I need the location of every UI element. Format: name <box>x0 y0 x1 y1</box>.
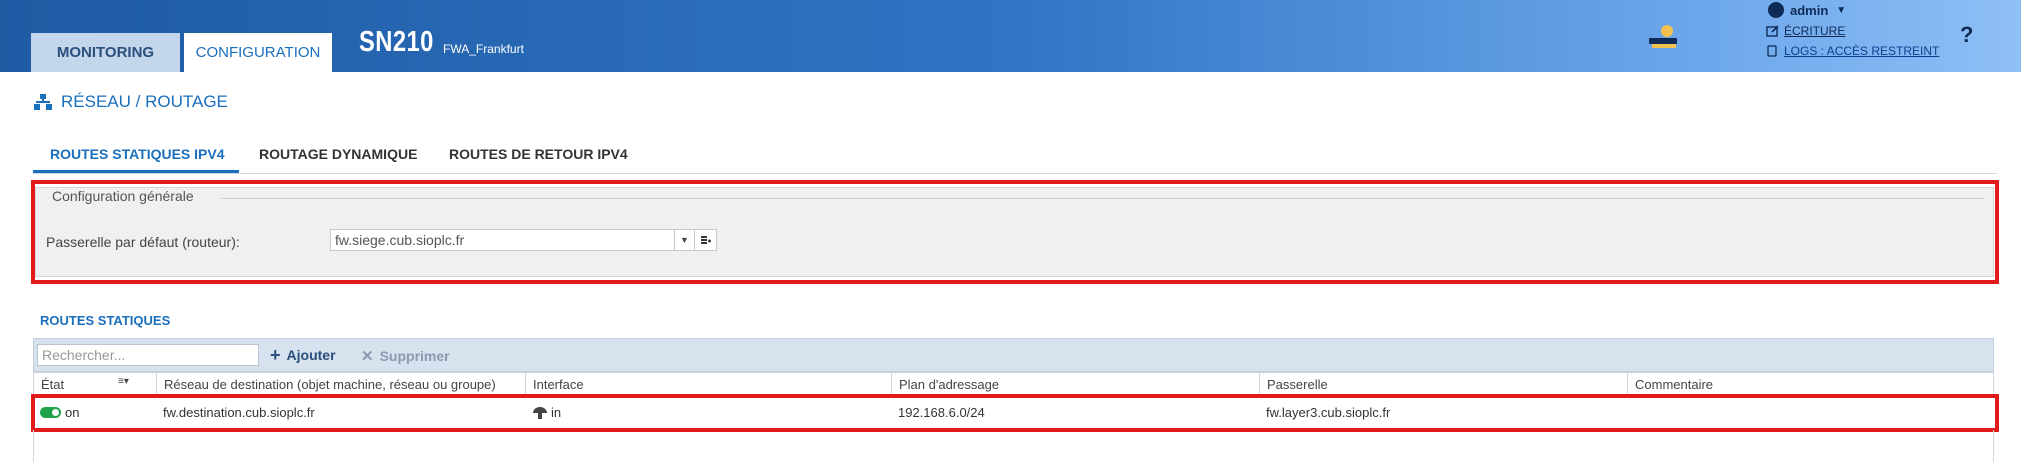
write-mode-link[interactable]: ÉCRITURE <box>1766 24 1845 38</box>
highlight-general-config <box>31 180 1999 284</box>
column-header-state[interactable]: État <box>41 377 64 392</box>
add-label: Ajouter <box>286 347 336 363</box>
column-divider <box>525 373 526 395</box>
column-header-comment[interactable]: Commentaire <box>1635 377 1713 392</box>
write-mode-label: ÉCRITURE <box>1784 24 1846 38</box>
admin-desk-icon[interactable] <box>1648 22 1680 54</box>
column-header-addressing[interactable]: Plan d'adressage <box>899 377 999 392</box>
highlight-route-row <box>31 394 1999 432</box>
tab-return-routes-ipv4[interactable]: ROUTES DE RETOUR IPV4 <box>449 146 628 162</box>
tab-configuration[interactable]: CONFIGURATION <box>184 33 332 72</box>
logs-access-link[interactable]: LOGS : ACCÈS RESTREINT <box>1766 44 1939 58</box>
column-divider <box>1627 373 1628 395</box>
device-model: SN210 <box>359 26 434 58</box>
page-title-label: RÉSEAU / ROUTAGE <box>61 92 228 111</box>
column-header-destination[interactable]: Réseau de destination (objet machine, ré… <box>164 377 496 392</box>
tab-dynamic-routing[interactable]: ROUTAGE DYNAMIQUE <box>259 146 417 162</box>
active-tab-indicator <box>33 170 239 173</box>
help-button[interactable]: ? <box>1960 22 1973 48</box>
delete-label: Supprimer <box>379 348 450 364</box>
table-body-empty <box>33 430 1994 462</box>
column-divider <box>156 373 157 395</box>
document-icon <box>1767 45 1777 57</box>
search-input[interactable]: Rechercher... <box>37 344 259 366</box>
column-divider <box>891 373 892 395</box>
column-divider <box>1259 373 1260 395</box>
add-button[interactable]: + Ajouter <box>270 345 336 365</box>
network-icon <box>34 94 52 110</box>
routes-toolbar: Rechercher... + Ajouter ✕ Supprimer <box>33 338 1994 372</box>
user-name: admin <box>1790 2 1829 18</box>
static-routes-title: ROUTES STATIQUES <box>40 313 171 328</box>
delete-button[interactable]: ✕ Supprimer <box>361 347 450 365</box>
column-header-gateway[interactable]: Passerelle <box>1267 377 1328 392</box>
plus-icon: + <box>270 345 281 365</box>
tab-monitoring[interactable]: MONITORING <box>31 33 180 72</box>
chevron-down-icon: ▼ <box>1836 4 1847 16</box>
routes-table-header: État ≡▾ Réseau de destination (objet mac… <box>33 372 1994 396</box>
edit-icon <box>1766 25 1779 37</box>
tab-static-routes-ipv4[interactable]: ROUTES STATIQUES IPV4 <box>50 146 225 162</box>
user-menu[interactable]: admin ▼ <box>1768 2 1846 18</box>
subtabs-bar: ROUTES STATIQUES IPV4 ROUTAGE DYNAMIQUE … <box>33 140 1997 174</box>
device-name: FWA_Frankfurt <box>443 42 524 56</box>
page-title: RÉSEAU / ROUTAGE <box>33 92 228 112</box>
column-header-interface[interactable]: Interface <box>533 377 584 392</box>
user-avatar-icon <box>1768 2 1784 18</box>
close-icon: ✕ <box>361 348 374 365</box>
logs-access-label: LOGS : ACCÈS RESTREINT <box>1784 44 1940 58</box>
sort-icon[interactable]: ≡▾ <box>118 376 129 387</box>
